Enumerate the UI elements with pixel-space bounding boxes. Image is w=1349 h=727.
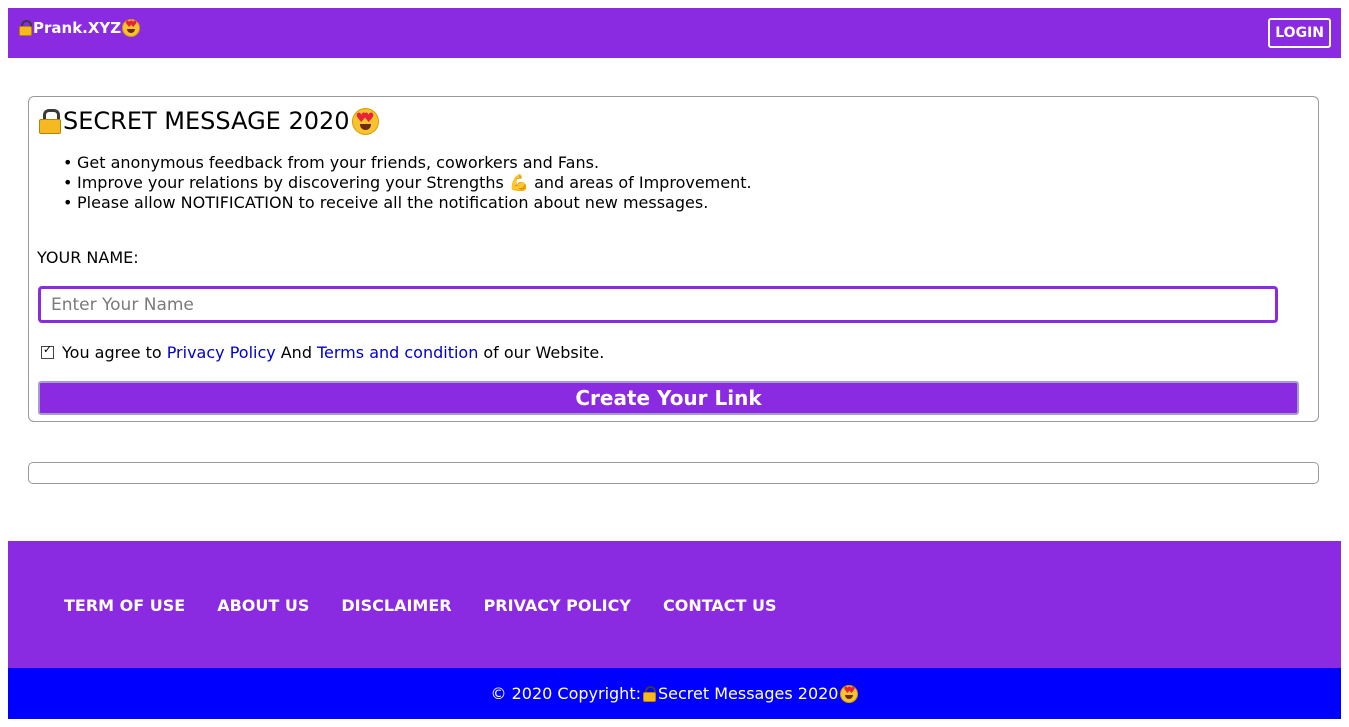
brand-link[interactable]: Prank.XYZ	[19, 19, 141, 37]
terms-agreement: You agree to Privacy Policy And Terms an…	[41, 343, 604, 362]
footer: TERM OF USE ABOUT US DISCLAIMER PRIVACY …	[8, 541, 1341, 668]
terms-link[interactable]: Terms and condition	[317, 343, 478, 362]
privacy-policy-link[interactable]: Privacy Policy	[167, 343, 276, 362]
name-input[interactable]	[38, 286, 1278, 323]
page-title-text: SECRET MESSAGE 2020	[63, 107, 350, 135]
copyright-bar: © 2020 Copyright: Secret Messages 2020	[8, 668, 1341, 719]
lock-icon	[39, 108, 61, 134]
brand-text: Prank.XYZ	[33, 19, 122, 37]
heart-eyes-icon	[122, 19, 141, 37]
footer-links: TERM OF USE ABOUT US DISCLAIMER PRIVACY …	[64, 596, 777, 615]
heart-eyes-icon	[840, 684, 859, 703]
lock-icon	[642, 685, 656, 702]
footer-link-privacy-policy[interactable]: PRIVACY POLICY	[484, 596, 631, 615]
footer-link-contact-us[interactable]: CONTACT US	[663, 596, 777, 615]
list-item: Please allow NOTIFICATION to receive all…	[63, 193, 752, 213]
heart-eyes-icon	[351, 107, 379, 135]
copyright-name: Secret Messages 2020	[657, 684, 839, 703]
create-link-button[interactable]: Create Your Link	[38, 381, 1299, 415]
name-label: YOUR NAME:	[37, 248, 139, 267]
create-link-card: SECRET MESSAGE 2020 Get anonymous feedba…	[28, 96, 1319, 422]
footer-link-disclaimer[interactable]: DISCLAIMER	[341, 596, 451, 615]
footer-link-about-us[interactable]: ABOUT US	[217, 596, 309, 615]
agree-checkbox[interactable]	[41, 343, 54, 359]
list-item: Improve your relations by discovering yo…	[63, 173, 752, 193]
feature-list: Get anonymous feedback from your friends…	[63, 153, 752, 213]
flexed-biceps-icon: 💪	[509, 173, 529, 192]
list-item: Get anonymous feedback from your friends…	[63, 153, 752, 173]
page-title: SECRET MESSAGE 2020	[39, 107, 379, 135]
copyright-prefix: © 2020 Copyright:	[490, 684, 641, 703]
login-button[interactable]: LOGIN	[1268, 18, 1331, 48]
link-output-box	[28, 462, 1319, 484]
top-navbar: Prank.XYZ LOGIN	[8, 8, 1341, 58]
lock-icon	[19, 20, 32, 36]
footer-link-term-of-use[interactable]: TERM OF USE	[64, 596, 185, 615]
